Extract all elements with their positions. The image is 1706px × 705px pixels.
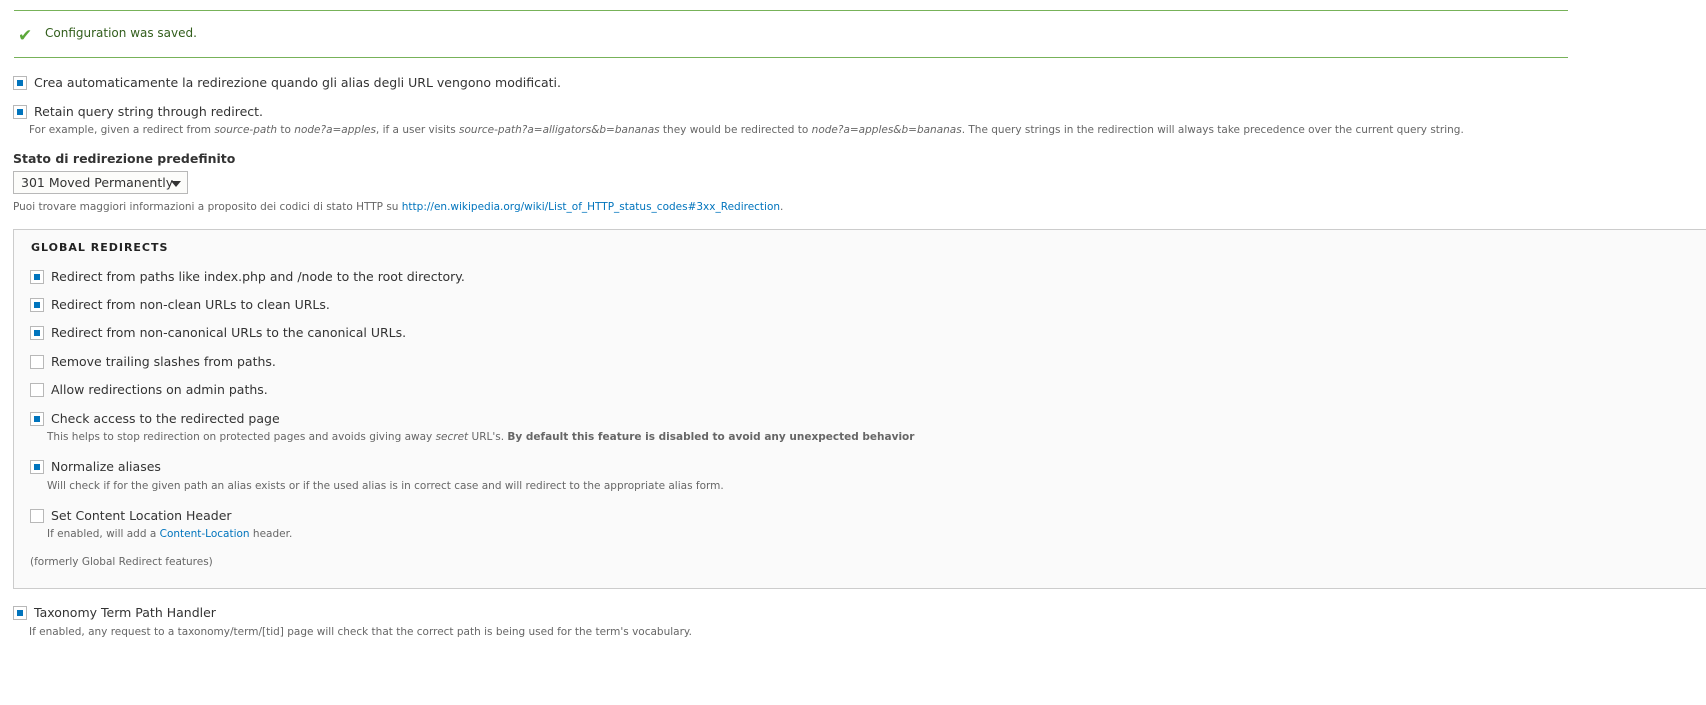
auto-redirect-checkbox[interactable]: Crea automaticamente la redirezione quan… — [13, 75, 561, 90]
checkbox-label: Check access to the redirected page — [51, 411, 280, 426]
retain-query-checkbox[interactable]: Retain query string through redirect. — [13, 104, 263, 119]
checkbox[interactable] — [13, 605, 27, 620]
global-item-trailing-slashes[interactable]: Remove trailing slashes from paths. — [30, 354, 276, 369]
content-location-description: If enabled, will add a Content-Location … — [47, 528, 293, 540]
checkbox-label: Crea automaticamente la redirezione quan… — [34, 75, 562, 90]
fieldset-note: (formerly Global Redirect features) — [30, 556, 213, 568]
checkbox-label: Redirect from paths like index.php and /… — [51, 269, 465, 284]
global-item-canonical[interactable]: Redirect from non-canonical URLs to the … — [30, 325, 406, 340]
message-border-bottom — [14, 57, 1568, 58]
message-border-top — [14, 10, 1568, 11]
checkbox-label: Taxonomy Term Path Handler — [34, 605, 216, 620]
status-label: Stato di redirezione predefinito — [13, 151, 236, 166]
checkmark-icon: ✔ — [18, 26, 33, 46]
check-access-description: This helps to stop redirection on protec… — [47, 431, 915, 443]
fieldset-legend: GLOBAL REDIRECTS — [31, 241, 169, 254]
content-location-link[interactable]: Content-Location — [160, 528, 250, 540]
global-item-index-php[interactable]: Redirect from paths like index.php and /… — [30, 269, 465, 284]
global-item-admin-paths[interactable]: Allow redirections on admin paths. — [30, 382, 268, 397]
status-help: Puoi trovare maggiori informazioni a pro… — [13, 201, 784, 213]
checkbox-label: Set Content Location Header — [51, 508, 232, 523]
global-item-check-access[interactable]: Check access to the redirected page — [30, 411, 280, 426]
checkbox[interactable] — [30, 297, 44, 312]
status-message: Configuration was saved. — [45, 26, 197, 40]
global-item-content-location[interactable]: Set Content Location Header — [30, 508, 232, 523]
checkbox-label: Redirect from non-canonical URLs to the … — [51, 325, 407, 340]
checkbox-label: Retain query string through redirect. — [34, 104, 264, 119]
dropdown-arrow-icon — [171, 181, 181, 187]
status-select[interactable]: 301 Moved Permanently — [13, 171, 188, 194]
checkbox[interactable] — [13, 75, 27, 90]
checkbox[interactable] — [30, 269, 44, 284]
global-item-normalize-aliases[interactable]: Normalize aliases — [30, 459, 161, 474]
checkbox-label: Remove trailing slashes from paths. — [51, 354, 276, 369]
checkbox[interactable] — [13, 104, 27, 119]
checkbox-label: Normalize aliases — [51, 459, 161, 474]
taxonomy-description: If enabled, any request to a taxonomy/te… — [29, 626, 692, 638]
select-value: 301 Moved Permanently — [21, 175, 174, 190]
checkbox[interactable] — [30, 354, 44, 369]
checkbox[interactable] — [30, 382, 44, 397]
checkbox-label: Redirect from non-clean URLs to clean UR… — [51, 297, 330, 312]
wikipedia-link[interactable]: http://en.wikipedia.org/wiki/List_of_HTT… — [402, 201, 780, 213]
taxonomy-term-checkbox[interactable]: Taxonomy Term Path Handler — [13, 605, 216, 620]
retain-query-description: For example, given a redirect from sourc… — [29, 124, 1464, 136]
checkbox-label: Allow redirections on admin paths. — [51, 382, 268, 397]
checkbox[interactable] — [30, 325, 44, 340]
checkbox[interactable] — [30, 411, 44, 426]
normalize-aliases-description: Will check if for the given path an alia… — [47, 480, 724, 492]
global-item-clean-urls[interactable]: Redirect from non-clean URLs to clean UR… — [30, 297, 330, 312]
checkbox[interactable] — [30, 459, 44, 474]
checkbox[interactable] — [30, 508, 44, 523]
